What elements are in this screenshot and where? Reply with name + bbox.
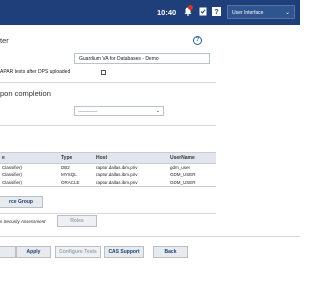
- footer-divider: [0, 236, 300, 237]
- chevron-down-icon: ⌄: [284, 10, 290, 16]
- help-icon[interactable]: ?: [193, 36, 202, 45]
- datasource-table: e Type Host UserName Classifier) DB2 rap…: [0, 152, 216, 187]
- user-interface-select[interactable]: User Interface ⌄: [227, 5, 295, 19]
- roles-button[interactable]: Roles: [57, 215, 97, 227]
- user-interface-label: User Interface: [232, 10, 264, 16]
- security-assessment-label: s Security Assessment: [0, 219, 46, 224]
- help-icon[interactable]: ?: [212, 7, 221, 16]
- cas-support-button[interactable]: CAS Support: [104, 246, 144, 258]
- cell-type: ORACLE: [59, 178, 94, 187]
- completion-select[interactable]: ------------- ⌄: [74, 106, 164, 116]
- name-input[interactable]: Guardium VA for Databases - Demo: [74, 53, 210, 64]
- table-row[interactable]: Classifier) MYSQL raptor.dallas.ibm.priv…: [0, 171, 216, 179]
- divider: [0, 125, 216, 126]
- section-title-filter: ter: [0, 36, 9, 45]
- column-header-host[interactable]: Host: [94, 152, 168, 164]
- divider: [0, 82, 216, 83]
- cell-name: Classifier): [2, 165, 23, 170]
- table-row[interactable]: Classifier) ORACLE raptor.dallas.ibm.pri…: [0, 178, 216, 187]
- apply-button[interactable]: Apply: [16, 246, 51, 258]
- cell-type: MYSQL: [61, 172, 77, 178]
- completion-select-value: -------------: [78, 109, 98, 114]
- configure-tests-button[interactable]: Configure Tests: [55, 246, 101, 258]
- table-row[interactable]: Classifier) DB2 raptor.dallas.ibm.priv g…: [0, 164, 216, 172]
- table-header-row: e Type Host UserName: [0, 152, 216, 164]
- cell-host: raptor.dallas.ibm.priv: [96, 165, 138, 170]
- apar-checkbox[interactable]: [101, 70, 106, 75]
- cell-username: GDM_USER: [168, 178, 216, 187]
- cell-name: Classifier): [2, 172, 23, 178]
- column-header-type[interactable]: Type: [59, 152, 94, 164]
- column-header-username[interactable]: UserName: [168, 152, 216, 164]
- divider: [0, 213, 216, 214]
- clock-time: 10:40: [157, 8, 177, 17]
- chevron-down-icon: ⌄: [155, 108, 160, 114]
- add-datasource-group-button[interactable]: rce Group: [0, 196, 43, 208]
- previous-button[interactable]: [0, 246, 16, 258]
- column-header-name[interactable]: e: [0, 152, 59, 164]
- cell-type: DB2: [61, 165, 70, 170]
- cell-username: gdm_user: [170, 165, 191, 170]
- check-icon[interactable]: [199, 7, 207, 16]
- cell-host: raptor.dallas.ibm.priv: [96, 172, 138, 178]
- cell-host: raptor.dallas.ibm.priv: [94, 178, 168, 187]
- section-title-completion: pon completion: [0, 89, 51, 98]
- back-button[interactable]: Back: [153, 246, 188, 258]
- cell-name: Classifier): [0, 178, 59, 187]
- cell-username: GDM_USER: [170, 172, 196, 178]
- top-bar: 10:40 ? User Interface ⌄: [0, 0, 300, 25]
- notification-badge: [188, 5, 193, 10]
- svg-text:?: ?: [214, 9, 218, 16]
- apar-checkbox-label: APAR tests after DPS uploaded: [0, 69, 71, 75]
